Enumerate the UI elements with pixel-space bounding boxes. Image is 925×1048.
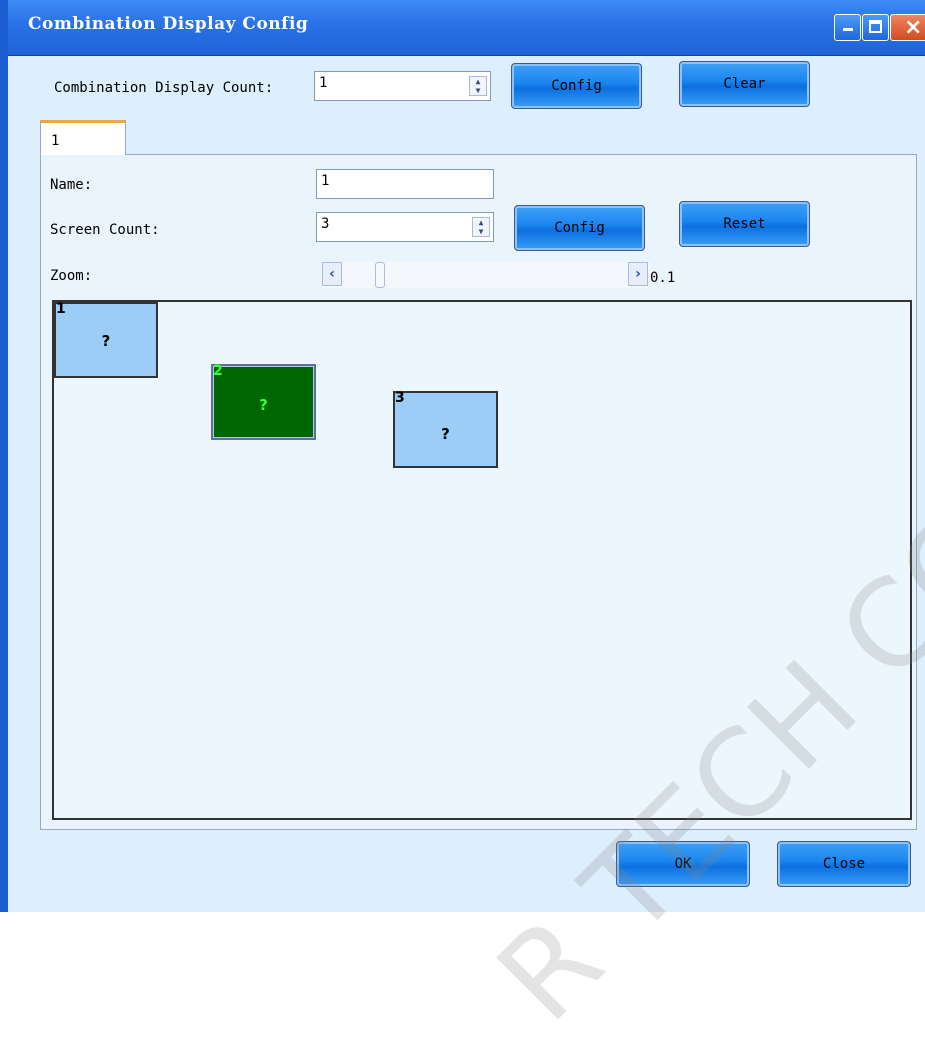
combination-display-count-input[interactable]: 1 ▲ ▼ (314, 71, 491, 101)
reset-button[interactable]: Reset (679, 201, 810, 247)
name-value: 1 (321, 173, 330, 189)
chevron-right-icon[interactable]: › (628, 262, 648, 286)
spin-arrows-icon[interactable]: ▲ ▼ (472, 217, 490, 237)
screen-config-button[interactable]: Config (514, 205, 645, 251)
screen-number: 1 (56, 301, 66, 317)
zoom-slider-thumb[interactable] (375, 262, 385, 288)
screen-block-2[interactable]: 2 ? (211, 363, 316, 440)
close-button[interactable]: Close (777, 841, 911, 887)
screen-number: 2 (213, 363, 223, 379)
minimize-button[interactable] (834, 14, 861, 41)
zoom-slider[interactable]: ‹ › (322, 262, 651, 288)
title-bar[interactable]: Combination Display Config × (8, 0, 925, 56)
combination-display-config-window: Combination Display Config × Combination… (0, 0, 925, 912)
screen-count-value: 3 (321, 216, 330, 232)
screen-count-input[interactable]: 3 ▲ ▼ (316, 212, 494, 242)
zoom-label: Zoom: (50, 268, 93, 284)
screen-number: 3 (395, 390, 405, 406)
zoom-value: 0.1 (650, 270, 676, 286)
chevron-left-icon[interactable]: ‹ (322, 262, 342, 286)
spin-arrows-icon[interactable]: ▲ ▼ (469, 76, 487, 96)
clear-button[interactable]: Clear (679, 61, 810, 107)
maximize-icon (869, 20, 882, 33)
name-label: Name: (50, 177, 93, 193)
close-icon: × (904, 15, 923, 40)
layout-canvas[interactable]: 1 ? 2 ? 3 ? (52, 300, 912, 820)
screen-block-3[interactable]: 3 ? (393, 390, 498, 468)
screen-unknown-mark: ? (101, 332, 111, 350)
screen-unknown-mark: ? (259, 396, 268, 414)
combination-display-count-label: Combination Display Count: (54, 80, 274, 96)
tab-1[interactable]: 1 (40, 120, 126, 155)
name-input[interactable]: 1 (316, 169, 494, 199)
top-config-button[interactable]: Config (511, 63, 642, 109)
combination-display-count-value: 1 (319, 75, 328, 91)
maximize-button[interactable] (862, 14, 889, 41)
screen-count-label: Screen Count: (50, 222, 160, 238)
screen-unknown-mark: ? (441, 425, 450, 443)
window-title: Combination Display Config (28, 14, 309, 34)
screen-block-1[interactable]: 1 ? (54, 302, 158, 378)
close-window-button[interactable]: × (890, 14, 925, 41)
minimize-icon (843, 28, 853, 31)
ok-button[interactable]: OK (616, 841, 750, 887)
